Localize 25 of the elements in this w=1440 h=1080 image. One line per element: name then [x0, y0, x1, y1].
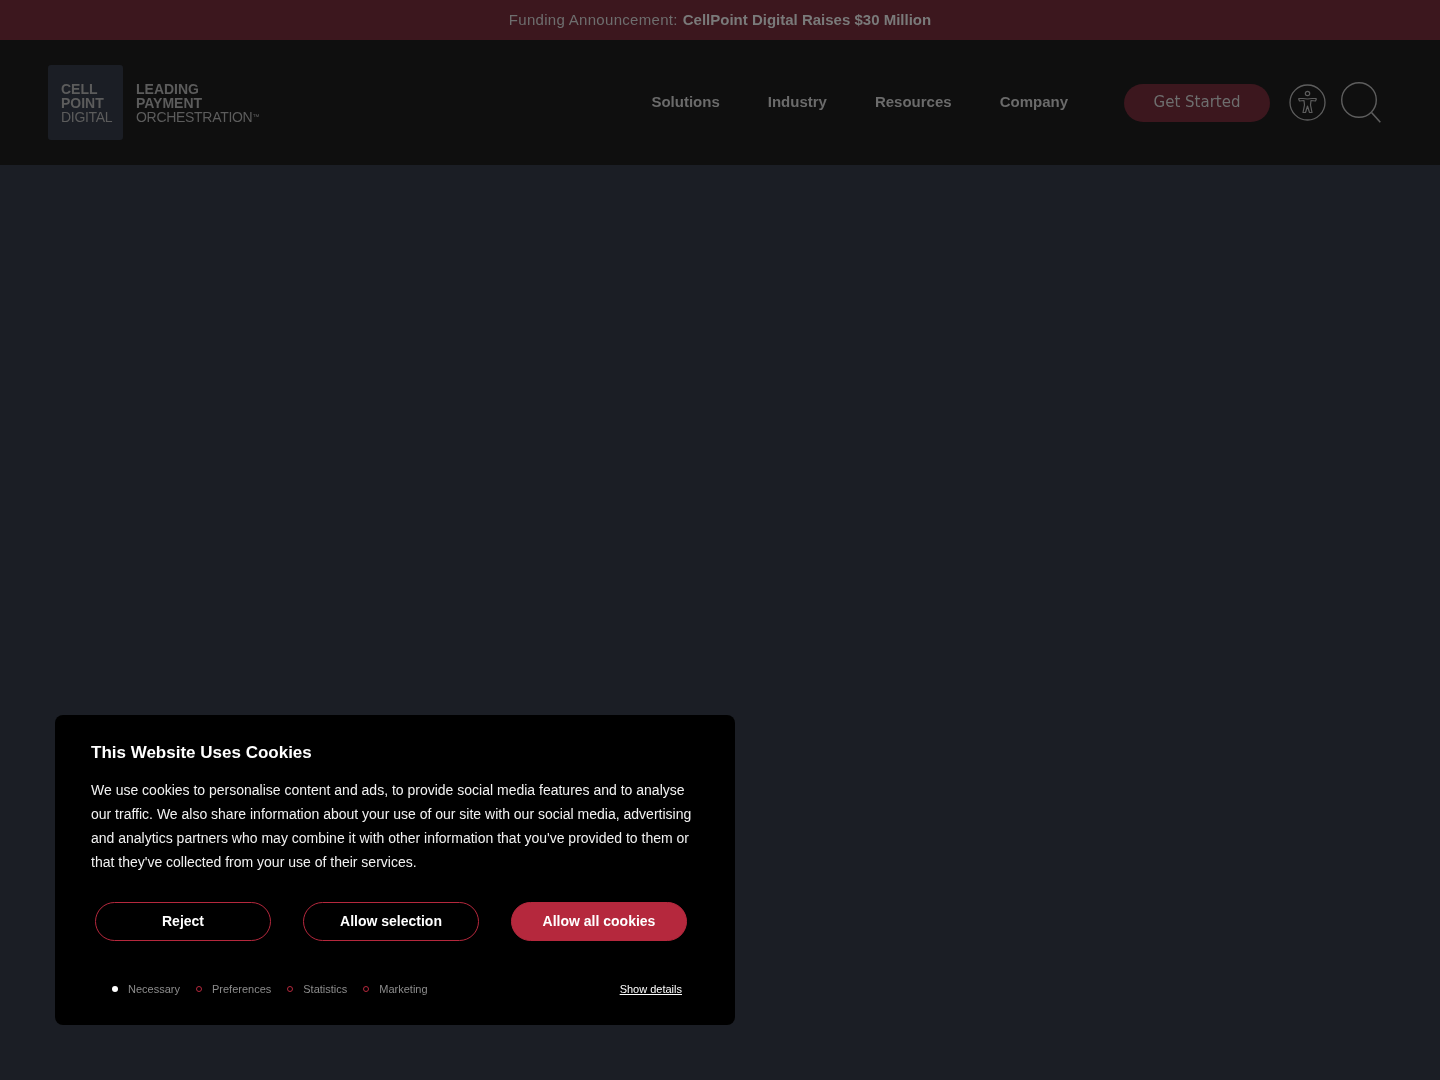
- announcement-label: Funding Announcement:: [508, 9, 678, 30]
- checkbox[interactable]: [112, 986, 118, 992]
- nav-link[interactable]: Company: [999, 91, 1068, 114]
- logo-text: CELL: [61, 82, 99, 96]
- tagline-text: ORCHESTRATION$^{™}$: [136, 110, 260, 124]
- tagline-text: PAYMENT: [136, 96, 204, 110]
- checkbox-label: Marketing: [379, 981, 428, 997]
- nav-link[interactable]: Solutions: [651, 91, 720, 114]
- checkbox-label: Statistics: [303, 981, 348, 997]
- search-icon[interactable]: [1340, 82, 1381, 123]
- nav-link[interactable]: Resources: [874, 91, 952, 114]
- logo-tile[interactable]: CELL POINT DIGITAL: [48, 65, 123, 140]
- announcement-link[interactable]: CellPoint Digital Raises $30 Million: [682, 8, 932, 32]
- show-details-link[interactable]: Show details: [619, 980, 682, 998]
- checkbox-label: Preferences: [211, 981, 272, 997]
- logo-text: POINT: [61, 96, 105, 110]
- get-started-button[interactable]: Get Started: [1124, 83, 1270, 122]
- checkbox-label: Necessary: [128, 981, 180, 997]
- dialog-text: We use cookies to personalise content and ads, to provide social media features and to analyse our traffic. We also share information about your use of our site with our social media, advertising and analytics partners who may combine it with other information that you've provided to them or that they've collected from your use of their services.: [91, 781, 693, 872]
- tagline-text: LEADING: [136, 82, 200, 96]
- dialog-title: This Website Uses Cookies: [91, 743, 313, 763]
- nav-link[interactable]: Industry: [767, 91, 827, 114]
- primary-button[interactable]: Allow all cookies: [511, 902, 687, 941]
- logo-text: DIGITAL: [61, 110, 114, 124]
- accessibility-icon[interactable]: [1289, 84, 1326, 121]
